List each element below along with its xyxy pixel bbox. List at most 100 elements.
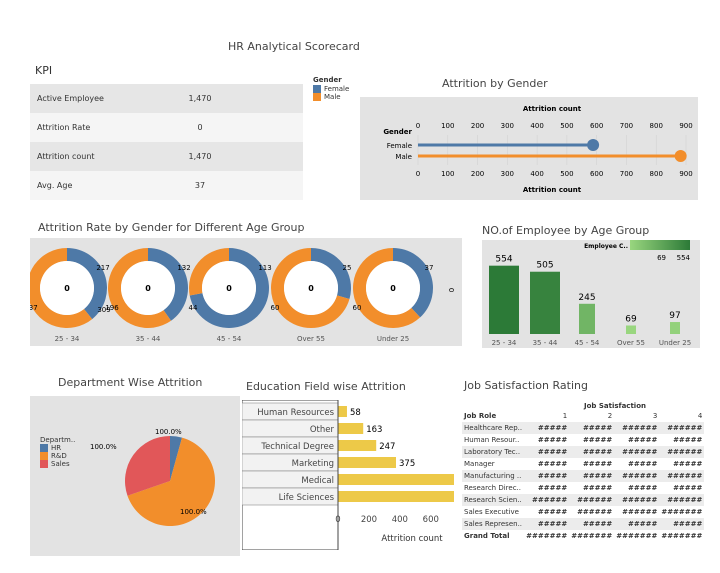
table-cell: #####	[569, 422, 615, 434]
tick-label-bottom: 600	[590, 170, 603, 178]
tick-label-bottom: 700	[620, 170, 633, 178]
table-row: Human Resour.. ##### ##### ##### #####	[462, 434, 704, 446]
table-cell: ######	[622, 508, 658, 516]
legend-max-label: 554	[677, 254, 691, 262]
table-cell: ######	[614, 470, 660, 482]
kpi-label: Attrition count	[37, 152, 95, 161]
table-cell: ######	[577, 508, 613, 516]
tick-label: 400	[392, 515, 408, 525]
tick-label-top: 400	[530, 122, 543, 130]
donut-center-label: 0	[390, 284, 396, 293]
row-label: Manager	[464, 460, 495, 468]
row-header: Job Role	[464, 412, 497, 420]
tick-label-top: 300	[501, 122, 514, 130]
category-label: 25 - 34	[492, 339, 517, 347]
donut-male-label: 196	[105, 304, 119, 312]
legend-item-male: Male	[324, 93, 341, 101]
bar-value-label: 69	[625, 314, 637, 324]
age-donut-chart[interactable]: 025 - 34217337309035 - 44132196045 - 541…	[24, 238, 462, 346]
gender-legend[interactable]: Gender Female Male	[313, 76, 349, 101]
row-header: Gender	[383, 128, 412, 136]
kpi-row-attrition-count: Attrition count 1,470	[30, 142, 303, 171]
table-cell: ######	[614, 494, 660, 506]
category-label: Marketing	[292, 459, 334, 469]
table-cell: #####	[673, 484, 703, 492]
row-label: Manufacturing ..	[462, 470, 525, 482]
donut-female-label: 132	[177, 264, 190, 272]
table-cell: ######	[614, 446, 660, 458]
education-chart[interactable]: Human Resources 58 Other 163 Technical Degre…	[241, 399, 481, 551]
education-title: Education Field wise Attrition	[246, 380, 406, 393]
table-cell: #####	[614, 518, 660, 530]
table-row: Manager ##### ##### ##### #####	[462, 458, 704, 470]
bar	[338, 423, 364, 434]
column-header: 4	[697, 412, 703, 420]
kpi-label: Avg. Age	[37, 181, 73, 190]
table-cell: #####	[537, 460, 568, 468]
lollipop-head	[587, 139, 600, 151]
kpi-heading: KPI	[35, 64, 53, 77]
donut-center-label: 0	[308, 284, 314, 293]
row-label: Research Scien..	[462, 494, 525, 506]
table-cell: #####	[673, 436, 703, 444]
tick-label-bottom: 0	[416, 170, 420, 178]
tick-label-top: 0	[416, 122, 420, 130]
column-header: 1	[562, 412, 568, 420]
employee-age-chart[interactable]: Employee C.. 69 554 554 25 - 34 505 35 - 44 245…	[482, 240, 700, 348]
attrition-by-gender-chart[interactable]: Attrition count Attrition count Gender 0 0 10…	[360, 97, 698, 200]
tick-label-bottom: 100	[441, 170, 454, 178]
category-label: Other	[310, 425, 335, 435]
tick-label-top: 600	[590, 122, 603, 130]
bar	[338, 491, 462, 502]
column-group-header: Job Satisfaction	[584, 402, 646, 410]
row-label: Healthcare Rep..	[462, 422, 525, 434]
axis-title-top: Attrition count	[523, 105, 582, 113]
tick-label: 600	[423, 515, 439, 525]
bar-value-label: 97	[669, 311, 680, 321]
table-row: Sales Executive ##### ###### ###### #######	[462, 506, 704, 518]
legend-swatch	[313, 85, 321, 93]
bar	[670, 322, 680, 334]
table-cell: #####	[628, 460, 658, 468]
column-header: 3	[652, 412, 658, 420]
category-label: Male	[395, 153, 412, 161]
table-cell: #####	[659, 518, 705, 530]
table-cell: #####	[582, 460, 613, 468]
bar	[626, 325, 636, 334]
table-cell: ######	[659, 470, 705, 482]
department-pie-chart[interactable]: 100.0% 100.0% 100.0%	[30, 396, 240, 556]
donut-male-label: 60	[353, 304, 362, 312]
category-label: Life Sciences	[279, 493, 335, 503]
table-cell: #######	[571, 532, 613, 540]
table-cell: ######	[614, 422, 660, 434]
donut-male-label: 337	[30, 304, 38, 312]
table-cell: #####	[537, 508, 568, 516]
table-cell: #####	[524, 518, 570, 530]
table-cell: ######	[524, 494, 570, 506]
row-label: Grand Total	[464, 532, 510, 540]
tick-label: 0	[335, 515, 340, 525]
donut-center-label: 0	[64, 284, 70, 293]
tick-label-bottom: 300	[501, 170, 514, 178]
table-cell: #######	[661, 508, 703, 516]
table-row: Laboratory Tec.. ##### ##### ###### ######	[462, 446, 705, 458]
category-label: 35 - 44	[533, 339, 558, 347]
donut-category-label: 45 - 54	[217, 335, 242, 343]
donut-female-label: 25	[343, 264, 352, 272]
axis-zero-label: 0	[448, 288, 456, 292]
table-cell: #####	[673, 460, 703, 468]
donut-category-label: 35 - 44	[136, 335, 161, 343]
donut-center-label: 0	[145, 284, 151, 293]
table-cell: #######	[661, 532, 703, 540]
kpi-label: Active Employee	[37, 94, 104, 103]
bar	[338, 440, 377, 451]
donut-male-label: 60	[271, 304, 280, 312]
row-label: Laboratory Tec..	[462, 446, 525, 458]
category-label: Medical	[301, 476, 334, 486]
dashboard-title: HR Analytical Scorecard	[228, 40, 360, 53]
column-header: 2	[607, 412, 613, 420]
donut-category-label: 25 - 34	[55, 335, 80, 343]
category-label: Technical Degree	[260, 442, 334, 452]
tick-label-bottom: 800	[650, 170, 663, 178]
bar	[338, 457, 396, 468]
